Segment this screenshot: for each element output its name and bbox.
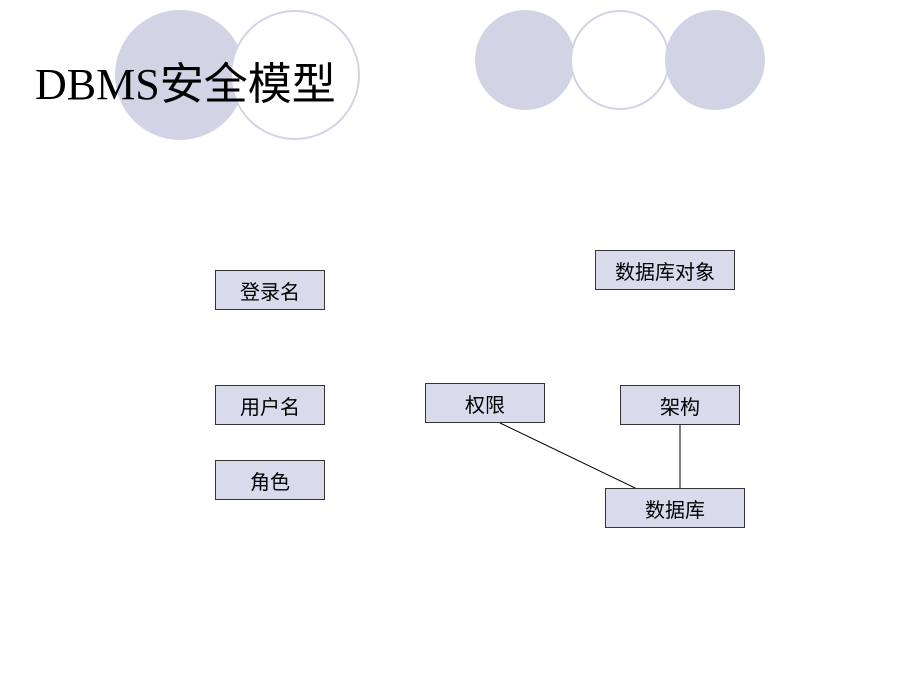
- box-schema: 架构: [620, 385, 740, 425]
- box-user-name: 用户名: [215, 385, 325, 425]
- box-database: 数据库: [605, 488, 745, 528]
- decorative-circle-3: [475, 10, 575, 110]
- box-login-name-label: 登录名: [240, 276, 300, 305]
- box-database-object-label: 数据库对象: [615, 256, 715, 285]
- box-login-name: 登录名: [215, 270, 325, 310]
- box-schema-label: 架构: [660, 391, 700, 420]
- slide-title: DBMS安全模型: [35, 48, 336, 112]
- decorative-circle-5: [665, 10, 765, 110]
- box-permission-label: 权限: [465, 389, 505, 418]
- box-database-label: 数据库: [645, 494, 705, 523]
- decorative-circle-4: [570, 10, 670, 110]
- box-role-label: 角色: [250, 466, 290, 495]
- box-database-object: 数据库对象: [595, 250, 735, 290]
- box-role: 角色: [215, 460, 325, 500]
- box-user-name-label: 用户名: [240, 391, 300, 420]
- box-permission: 权限: [425, 383, 545, 423]
